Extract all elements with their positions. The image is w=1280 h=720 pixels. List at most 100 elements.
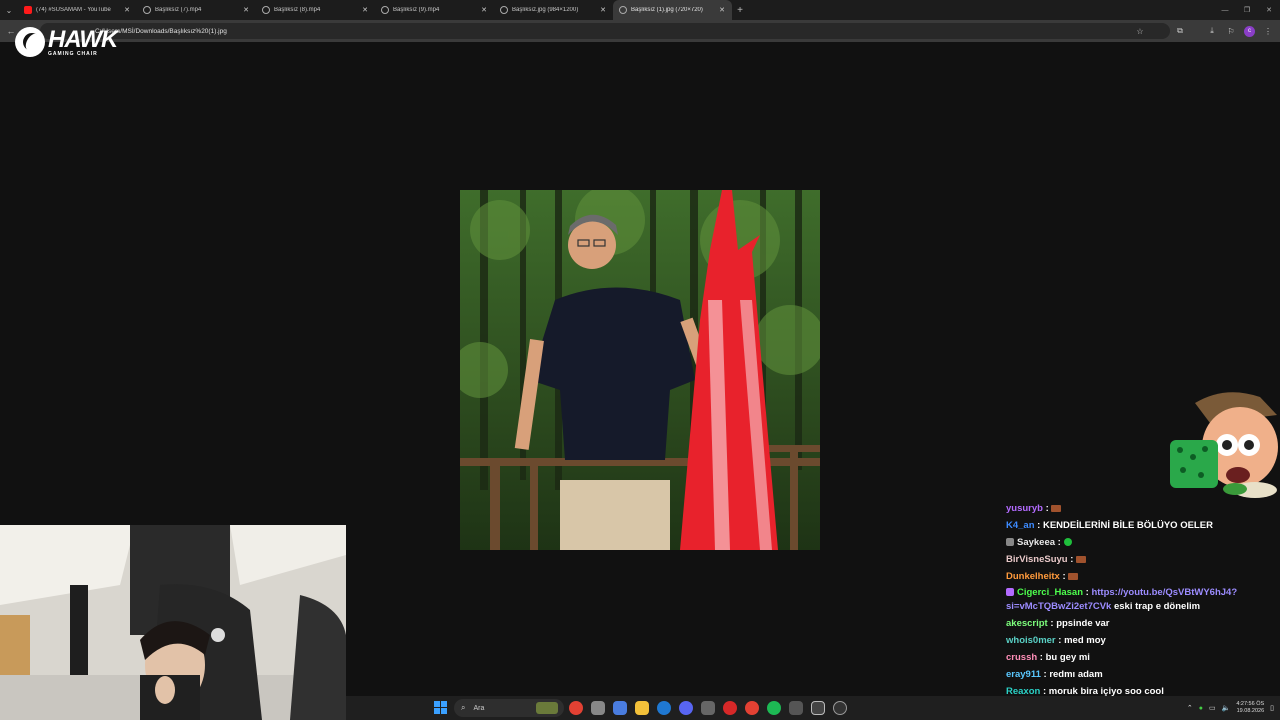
network-icon[interactable]: ▭ — [1209, 704, 1216, 712]
translate-icon[interactable]: ⚐ — [1225, 27, 1237, 36]
chat-separator: : — [1055, 537, 1064, 548]
file-explorer-icon[interactable] — [635, 701, 649, 715]
downloads-icon[interactable]: ⤓ — [1206, 26, 1218, 36]
globe-icon — [500, 6, 508, 14]
viewed-image — [460, 190, 820, 550]
app-icon-2[interactable] — [701, 701, 715, 715]
profile-avatar[interactable]: c — [1244, 25, 1255, 37]
app-icon-4[interactable] — [789, 701, 803, 715]
chat-username[interactable]: Dunkelheitx — [1006, 571, 1060, 582]
system-tray: ⌃ ● ▭ 🔈 4:27:56 ÖS 19.08.2026 ▯ — [1187, 696, 1274, 720]
close-window-icon[interactable]: ✕ — [1258, 0, 1280, 20]
chat-separator: : — [1067, 554, 1077, 565]
toolbar-icons: ☆ ⧉ ⤓ ⚐ c ⋮ — [1134, 20, 1274, 42]
start-icon[interactable] — [434, 701, 447, 714]
chat-message: Saykeea : — [1006, 534, 1280, 551]
bookmark-star-icon[interactable]: ☆ — [1134, 27, 1146, 36]
tab-title: Başlıksız (9).mp4 — [393, 7, 440, 13]
chat-username[interactable]: BirVisneSuyu — [1006, 554, 1068, 565]
chat-username[interactable]: whois0mer — [1006, 635, 1056, 646]
chat-message: crussh : bu gey mi — [1006, 649, 1280, 666]
chat-emote-icon — [1051, 505, 1062, 512]
globe-icon — [619, 6, 627, 14]
photo-illustration — [460, 190, 820, 550]
youtube-icon — [24, 6, 32, 14]
taskbar-search[interactable]: ⌕ Ara — [454, 699, 564, 717]
chat-message: akescript : ppsinde var — [1006, 615, 1280, 632]
browser-tab[interactable]: Başlıksız (1).jpg (720×720) ✕ — [613, 0, 732, 20]
chat-emote-icon — [1076, 556, 1087, 563]
chat-username[interactable]: eray911 — [1006, 669, 1041, 680]
browser-tab[interactable]: Başlıksız (8).mp4 ✕ — [256, 0, 375, 20]
mic-icon[interactable]: ● — [1199, 705, 1203, 712]
chat-message: K4_an : KENDEİLERİNİ BİLE BÖLÜYO OELER — [1006, 517, 1280, 534]
webcam-illustration — [0, 525, 346, 720]
chat-separator: : — [1047, 618, 1057, 629]
mascot-illustration — [1170, 392, 1278, 498]
chat-text: redmı adam — [1049, 669, 1103, 680]
extensions-icon[interactable]: ⧉ — [1174, 26, 1186, 36]
window-controls: — ❐ ✕ — [1214, 0, 1280, 20]
chat-message: BirVisneSuyu : — [1006, 551, 1280, 568]
menu-icon[interactable]: ⋮ — [1262, 27, 1274, 36]
tab-strip: ⌄ (74) #SUSAMAM - YouTube ✕ Başlıksız (7).… — [0, 0, 1280, 20]
settings-icon[interactable] — [833, 701, 847, 715]
spotify-icon[interactable] — [767, 701, 781, 715]
webcam-feed — [0, 525, 346, 720]
chat-username[interactable]: Saykeea — [1017, 537, 1055, 548]
chat-separator: : — [1037, 652, 1046, 663]
stream-chat: yusuryb : K4_an : KENDEİLERİNİ BİLE BÖLÜ… — [1006, 500, 1280, 717]
browser-tab[interactable]: Başlıksız (7).mp4 ✕ — [137, 0, 256, 20]
app-icon-1[interactable] — [591, 701, 605, 715]
screen: ⌄ (74) #SUSAMAM - YouTube ✕ Başlıksız (7).… — [0, 0, 1280, 720]
app-icon-3[interactable] — [723, 701, 737, 715]
app-icon-5[interactable] — [811, 701, 825, 715]
search-icon: ⌕ — [461, 703, 466, 712]
chat-separator: : — [1042, 503, 1052, 514]
tab-close-icon[interactable]: ✕ — [480, 6, 488, 14]
tab-close-icon[interactable]: ✕ — [361, 6, 369, 14]
tab-title: Başlıksız (1).jpg (720×720) — [631, 7, 703, 13]
chat-separator: : — [1055, 635, 1065, 646]
clock-date: 19.08.2026 — [1236, 708, 1265, 714]
taskbar-search-placeholder: Ara — [473, 704, 485, 712]
chat-username[interactable]: crussh — [1006, 652, 1037, 663]
tab-title: Başlıksız.jpg (984×1200) — [512, 7, 579, 13]
tab-title: Başlıksız (7).mp4 — [155, 7, 202, 13]
chrome-active-icon[interactable] — [745, 701, 759, 715]
browser-tab[interactable]: Başlıksız (9).mp4 ✕ — [375, 0, 494, 20]
minimize-icon[interactable]: — — [1214, 0, 1236, 20]
tray-chevron-icon[interactable]: ⌃ — [1187, 704, 1193, 712]
edge-icon[interactable] — [657, 701, 671, 715]
chat-username[interactable]: akescript — [1006, 618, 1048, 629]
address-bar[interactable]: C:/Users/MSİ/Downloads/Başlıksız%20(1).j… — [40, 23, 1170, 39]
tab-search-icon[interactable]: ⌄ — [0, 0, 18, 20]
chat-separator: : — [1059, 571, 1069, 582]
taskbar-clock[interactable]: 4:27:56 ÖS 19.08.2026 — [1236, 701, 1264, 715]
chat-username[interactable]: Cigerci_Hasan — [1017, 587, 1083, 598]
chat-message: Cigerci_Hasan : https://youtu.be/QsVBtWY… — [1006, 585, 1280, 615]
browser-tab[interactable]: Başlıksız.jpg (984×1200) ✕ — [494, 0, 613, 20]
new-tab-icon[interactable]: + — [732, 5, 748, 16]
chat-username[interactable]: yusuryb — [1006, 503, 1043, 514]
tab-close-icon[interactable]: ✕ — [123, 6, 131, 14]
copilot-icon[interactable] — [613, 701, 627, 715]
chat-message: Dunkelheitx : — [1006, 568, 1280, 585]
chat-username[interactable]: K4_an — [1006, 520, 1035, 531]
browser-tab[interactable]: (74) #SUSAMAM - YouTube ✕ — [18, 0, 137, 20]
clock-time: 4:27:56 ÖS — [1236, 701, 1265, 707]
chat-text: KENDEİLERİNİ BİLE BÖLÜYO OELER — [1042, 520, 1213, 531]
notification-icon[interactable]: ▯ — [1270, 704, 1274, 712]
chrome-icon[interactable] — [569, 701, 583, 715]
hawk-logo: HAWK GAMING CHAIR — [15, 27, 118, 57]
volume-icon[interactable]: 🔈 — [1222, 704, 1231, 712]
tab-close-icon[interactable]: ✕ — [242, 6, 250, 14]
chat-message: yusuryb : — [1006, 500, 1280, 517]
search-highlight-icon — [536, 702, 558, 714]
discord-icon[interactable] — [679, 701, 693, 715]
logo-sub-text: GAMING CHAIR — [48, 50, 98, 57]
tab-close-icon[interactable]: ✕ — [599, 6, 607, 14]
maximize-icon[interactable]: ❐ — [1236, 0, 1258, 20]
tab-close-icon[interactable]: ✕ — [718, 6, 726, 14]
windows-taskbar: ⌕ Ara ⌃ ● ▭ 🔈 4:27:56 ÖS 19.08.2026 ▯ — [346, 696, 1280, 720]
